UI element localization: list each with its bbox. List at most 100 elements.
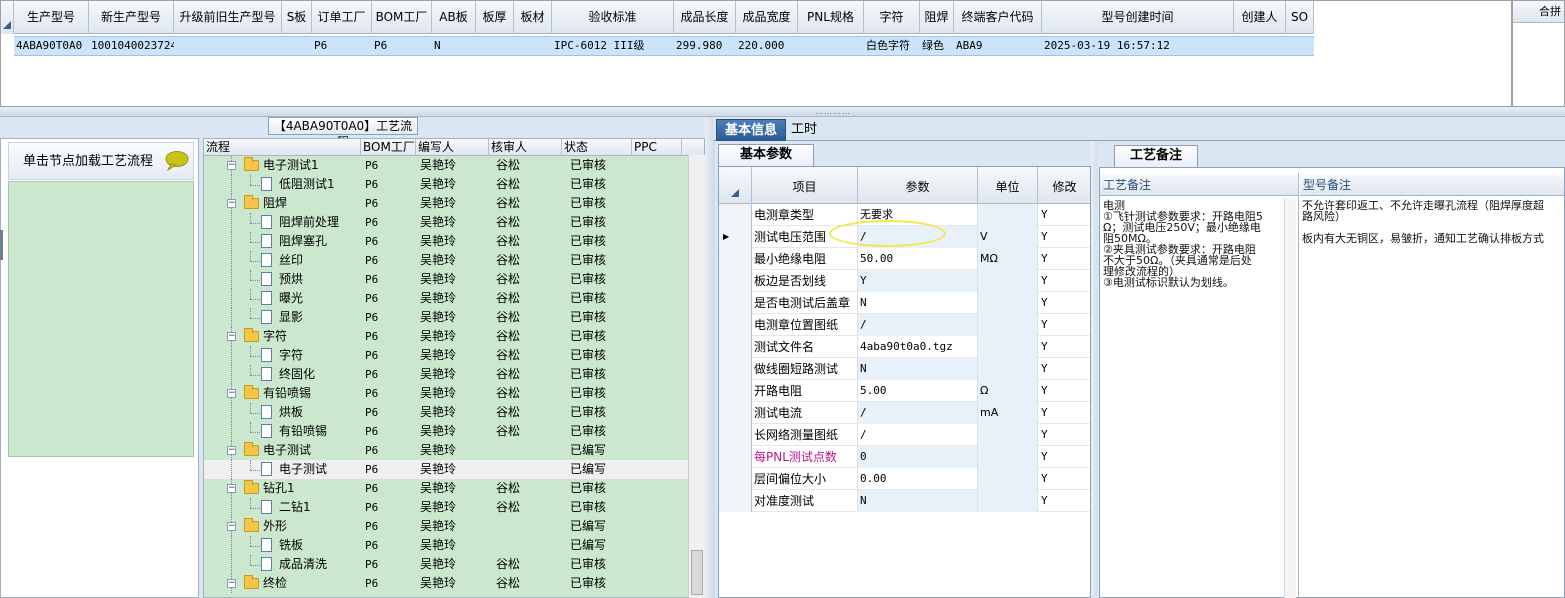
param-value[interactable]: 4aba90t0a0.tgz: [858, 336, 978, 358]
param-value[interactable]: 50.00: [858, 248, 978, 270]
param-modify[interactable]: Y: [1038, 424, 1090, 446]
scrollbar-thumb[interactable]: [691, 550, 703, 595]
param-modify[interactable]: Y: [1038, 446, 1090, 468]
collapse-toggle-icon[interactable]: −: [227, 332, 236, 341]
param-row[interactable]: 测试电流 / mA Y: [719, 402, 1090, 424]
grid-cell[interactable]: P6: [372, 37, 432, 55]
grid-col-header[interactable]: 字符: [864, 1, 920, 34]
grid-col-header[interactable]: 终端客户代码: [954, 1, 1042, 34]
grid-col-header[interactable]: 生产型号: [14, 1, 89, 34]
grid-col-header[interactable]: 成品长度: [674, 1, 736, 34]
grid-cell[interactable]: 299.980: [674, 37, 736, 55]
grid-cell[interactable]: [798, 37, 864, 55]
flow-tree-row[interactable]: − 终检 P6 吴艳玲 谷松 已审核: [204, 574, 689, 593]
flow-tree-row[interactable]: 阻焊前处理 P6 吴艳玲 谷松 已审核: [204, 213, 689, 232]
grid-cell[interactable]: 4ABA90T0A0: [14, 37, 89, 55]
param-value[interactable]: 0: [858, 446, 978, 468]
tab-craft-remark[interactable]: 工艺备注: [1114, 145, 1198, 167]
grid-col-header[interactable]: PNL规格: [798, 1, 864, 34]
param-row[interactable]: 每PNL测试点数 0 Y: [719, 446, 1090, 468]
tree-col-header[interactable]: BOM工厂: [361, 139, 416, 156]
param-modify[interactable]: Y: [1038, 402, 1090, 424]
collapse-toggle-icon[interactable]: −: [227, 161, 236, 170]
grid-col-header[interactable]: BOM工厂: [372, 1, 432, 34]
param-row[interactable]: 长网络测量图纸 / Y: [719, 424, 1090, 446]
grid-cell[interactable]: [1234, 37, 1286, 55]
param-modify[interactable]: Y: [1038, 380, 1090, 402]
tree-col-header[interactable]: 状态: [562, 139, 632, 156]
flow-tree-row[interactable]: 电子测试 P6 吴艳玲 已编写: [204, 460, 689, 479]
grid-cell[interactable]: 白色字符: [864, 37, 920, 55]
collapse-toggle-icon[interactable]: −: [227, 446, 236, 455]
flow-tree-row[interactable]: 丝印 P6 吴艳玲 谷松 已审核: [204, 251, 689, 270]
flow-tree-row[interactable]: 有铅喷锡 P6 吴艳玲 谷松 已审核: [204, 422, 689, 441]
param-modify[interactable]: Y: [1038, 336, 1090, 358]
craft-remark-text[interactable]: 电测 ①飞针测试参数要求：开路电阻5 Ω；测试电压250V；最小绝缘电 阻50M…: [1103, 200, 1283, 288]
grid-col-header[interactable]: 订单工厂: [312, 1, 372, 34]
grid-cell[interactable]: [1286, 37, 1314, 55]
grid-col-header[interactable]: 新生产型号: [89, 1, 174, 34]
flow-tree-row[interactable]: 预烘 P6 吴艳玲 谷松 已审核: [204, 270, 689, 289]
grid-cell[interactable]: 绿色: [920, 37, 954, 55]
collapse-toggle-icon[interactable]: −: [227, 522, 236, 531]
param-modify[interactable]: Y: [1038, 468, 1090, 490]
param-modify[interactable]: Y: [1038, 358, 1090, 380]
grid-col-header[interactable]: 成品宽度: [736, 1, 798, 34]
param-value[interactable]: N: [858, 358, 978, 380]
param-row[interactable]: 最小绝缘电阻 50.00 MΩ Y: [719, 248, 1090, 270]
grid-col-header[interactable]: 验收标准: [552, 1, 674, 34]
flow-tree-row[interactable]: 低阻测试1 P6 吴艳玲 谷松 已审核: [204, 175, 689, 194]
collapse-toggle-icon[interactable]: −: [227, 389, 236, 398]
params-col-header[interactable]: 项目: [752, 167, 858, 204]
model-grid-row-selected[interactable]: 4ABA90T0A010010400237249P6P6NIPC-6012 II…: [14, 36, 1314, 56]
param-modify[interactable]: Y: [1038, 204, 1090, 226]
grid-col-header[interactable]: 升级前旧生产型号: [174, 1, 282, 34]
param-value[interactable]: 0.00: [858, 468, 978, 490]
flow-tree-row[interactable]: 烘板 P6 吴艳玲 谷松 已审核: [204, 403, 689, 422]
param-row[interactable]: 是否电测试后盖章 N Y: [719, 292, 1090, 314]
vertical-splitter[interactable]: [705, 117, 715, 598]
param-value[interactable]: /: [858, 424, 978, 446]
grid-col-header[interactable]: 板厚: [476, 1, 514, 34]
grid-cell[interactable]: ABA9: [954, 37, 1042, 55]
flow-tree-row[interactable]: − 阻焊 P6 吴艳玲 谷松 已审核: [204, 194, 689, 213]
tree-scrollbar[interactable]: [688, 155, 705, 598]
flow-tree[interactable]: 流程 BOM工厂 编写人 核审人 状态 PPC − 电子测试1 P6 吴艳玲 谷松 已审核 低阻测试1…: [203, 138, 705, 598]
flow-tree-row[interactable]: − 电子测试1 P6 吴艳玲 谷松 已审核: [204, 156, 689, 175]
node-list[interactable]: [8, 181, 194, 457]
grid-col-header[interactable]: S板: [282, 1, 312, 34]
grid-cell[interactable]: [476, 37, 514, 55]
grid-cell[interactable]: [282, 37, 312, 55]
params-col-header[interactable]: 修改: [1038, 167, 1090, 204]
flow-tree-row[interactable]: 铣板 P6 吴艳玲 已编写: [204, 536, 689, 555]
param-row[interactable]: 板边是否划线 Y Y: [719, 270, 1090, 292]
param-row[interactable]: 做线圈短路测试 N Y: [719, 358, 1090, 380]
flow-tree-row[interactable]: − 钻孔1 P6 吴艳玲 谷松 已审核: [204, 479, 689, 498]
param-row[interactable]: 测试文件名 4aba90t0a0.tgz Y: [719, 336, 1090, 358]
flow-tree-row[interactable]: − 有铅喷锡 P6 吴艳玲 谷松 已审核: [204, 384, 689, 403]
param-modify[interactable]: Y: [1038, 490, 1090, 512]
param-modify[interactable]: Y: [1038, 314, 1090, 336]
model-remark-text[interactable]: 不允许套印返工、不允许走曝孔流程（阻焊厚度超 路风险） 板内有大无铜区，易皱折，…: [1302, 200, 1564, 244]
grid-col-header[interactable]: SO: [1286, 1, 1314, 34]
param-modify[interactable]: Y: [1038, 292, 1090, 314]
collapse-toggle-icon[interactable]: −: [227, 579, 236, 588]
params-col-header[interactable]: 单位: [978, 167, 1038, 204]
param-value[interactable]: N: [858, 490, 978, 512]
param-row[interactable]: 层间偏位大小 0.00 Y: [719, 468, 1090, 490]
flow-tree-row[interactable]: 终固化 P6 吴艳玲 谷松 已审核: [204, 365, 689, 384]
params-col-header[interactable]: 参数: [858, 167, 978, 204]
grid-col-header[interactable]: 板材: [514, 1, 552, 34]
grid-cell[interactable]: N: [432, 37, 476, 55]
grid-cell[interactable]: [174, 37, 282, 55]
grid-cell[interactable]: [514, 37, 552, 55]
tree-col-header[interactable]: 流程: [204, 139, 361, 156]
grid-col-header[interactable]: AB板: [432, 1, 476, 34]
param-row[interactable]: 对准度测试 N Y: [719, 490, 1090, 512]
flow-tree-row[interactable]: − 字符 P6 吴艳玲 谷松 已审核: [204, 327, 689, 346]
param-modify[interactable]: Y: [1038, 226, 1090, 248]
param-row[interactable]: 电测章位置图纸 / Y: [719, 314, 1090, 336]
param-value[interactable]: Y: [858, 270, 978, 292]
flow-tree-row[interactable]: − 电子测试 P6 吴艳玲 已编写: [204, 441, 689, 460]
flow-tree-row[interactable]: 曝光 P6 吴艳玲 谷松 已审核: [204, 289, 689, 308]
